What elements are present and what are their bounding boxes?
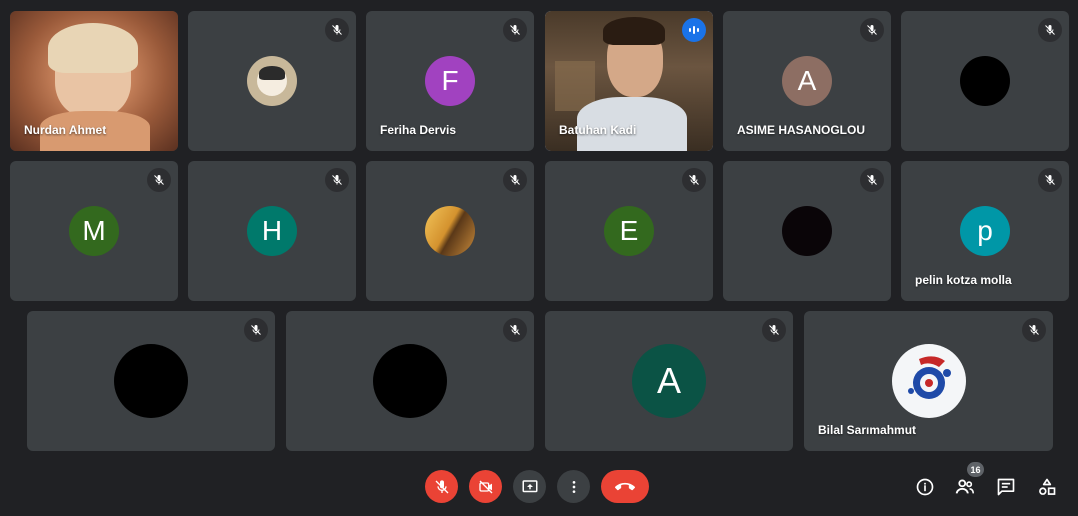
participant-tile[interactable]: H [188, 161, 356, 301]
participant-initial-avatar: p [960, 206, 1010, 256]
mic-off-icon [682, 168, 706, 192]
meeting-details-button[interactable] [912, 474, 938, 500]
more-options-button[interactable] [557, 470, 590, 503]
avatar-initial: p [977, 215, 993, 246]
info-icon [916, 478, 934, 496]
tile-pattern-icon [907, 356, 951, 399]
present-now-button[interactable] [513, 470, 546, 503]
speaking-indicator-icon [682, 18, 706, 42]
participant-name: Nurdan Ahmet [24, 123, 107, 137]
avatar-initial: A [797, 65, 817, 96]
mic-off-icon [503, 318, 527, 342]
mic-off-icon [435, 479, 448, 493]
participant-initial-avatar: E [604, 206, 654, 256]
mic-off-icon [325, 18, 349, 42]
mic-off-icon [147, 168, 171, 192]
mic-off-icon [503, 168, 527, 192]
participant-tile[interactable] [27, 311, 275, 451]
mic-off-icon [762, 318, 786, 342]
participant-tile[interactable]: E [545, 161, 713, 301]
mic-off-icon [503, 18, 527, 42]
participant-tile[interactable] [366, 161, 534, 301]
participant-tile[interactable]: Bilal Sarımahmut [804, 311, 1053, 451]
participant-initial-avatar: A [632, 344, 706, 418]
microphone-toggle-button[interactable] [425, 470, 458, 503]
participant-tile[interactable] [723, 161, 891, 301]
participant-avatar [425, 206, 475, 256]
participant-name: pelin kotza molla [915, 273, 1012, 287]
avatar-initial: M [82, 215, 106, 246]
participant-tile[interactable]: F Feriha Dervis [366, 11, 534, 151]
avatar-initial: E [619, 215, 639, 246]
participant-avatar [960, 56, 1010, 106]
participant-avatar [891, 344, 966, 418]
participant-tile[interactable]: p pelin kotza molla [901, 161, 1069, 301]
participant-tile[interactable] [286, 311, 534, 451]
participant-avatar [114, 344, 188, 418]
more-vert-icon [572, 480, 575, 493]
avatar-initial: A [656, 360, 681, 401]
avatar-initial: F [441, 65, 459, 96]
mic-off-icon [860, 18, 884, 42]
avatar-initial: H [261, 215, 283, 246]
participant-avatar [373, 344, 447, 418]
people-icon [955, 479, 975, 494]
mic-off-icon [1038, 168, 1062, 192]
mic-off-icon [1038, 18, 1062, 42]
show-everyone-button[interactable] [952, 474, 978, 500]
activities-icon [1039, 478, 1056, 495]
camera-off-icon [478, 480, 492, 493]
participant-avatar [782, 206, 832, 256]
leave-call-button[interactable] [601, 470, 649, 503]
participant-tile[interactable]: M [10, 161, 178, 301]
end-call-icon [615, 482, 635, 490]
participant-name: Feriha Dervis [380, 123, 457, 137]
participant-avatar [247, 56, 297, 106]
participant-tile-video[interactable]: Nurdan Ahmet [10, 11, 178, 151]
participant-initial-avatar: A [782, 56, 832, 106]
activities-button[interactable] [1034, 474, 1060, 500]
participant-count-badge: 16 [967, 462, 984, 477]
participant-initial-avatar: H [247, 206, 297, 256]
mic-off-icon [244, 318, 268, 342]
participant-tile-video-speaking[interactable]: Batuhan Kadi [545, 11, 713, 151]
present-screen-icon [522, 479, 537, 492]
participant-tile[interactable]: A ASIME HASANOGLOU [723, 11, 891, 151]
chat-icon [997, 478, 1015, 496]
participant-name: ASIME HASANOGLOU [737, 123, 866, 137]
participant-initial-avatar: M [69, 206, 119, 256]
mic-off-icon [1022, 318, 1046, 342]
participant-tile[interactable] [188, 11, 356, 151]
participant-tile[interactable] [901, 11, 1069, 151]
participant-name: Bilal Sarımahmut [818, 423, 917, 437]
chat-button[interactable] [993, 474, 1019, 500]
participant-tile[interactable]: A [545, 311, 793, 451]
camera-toggle-button[interactable] [469, 470, 502, 503]
mic-off-icon [325, 168, 349, 192]
participant-initial-avatar: F [425, 56, 475, 106]
participant-name: Batuhan Kadi [559, 123, 637, 137]
mic-off-icon [860, 168, 884, 192]
